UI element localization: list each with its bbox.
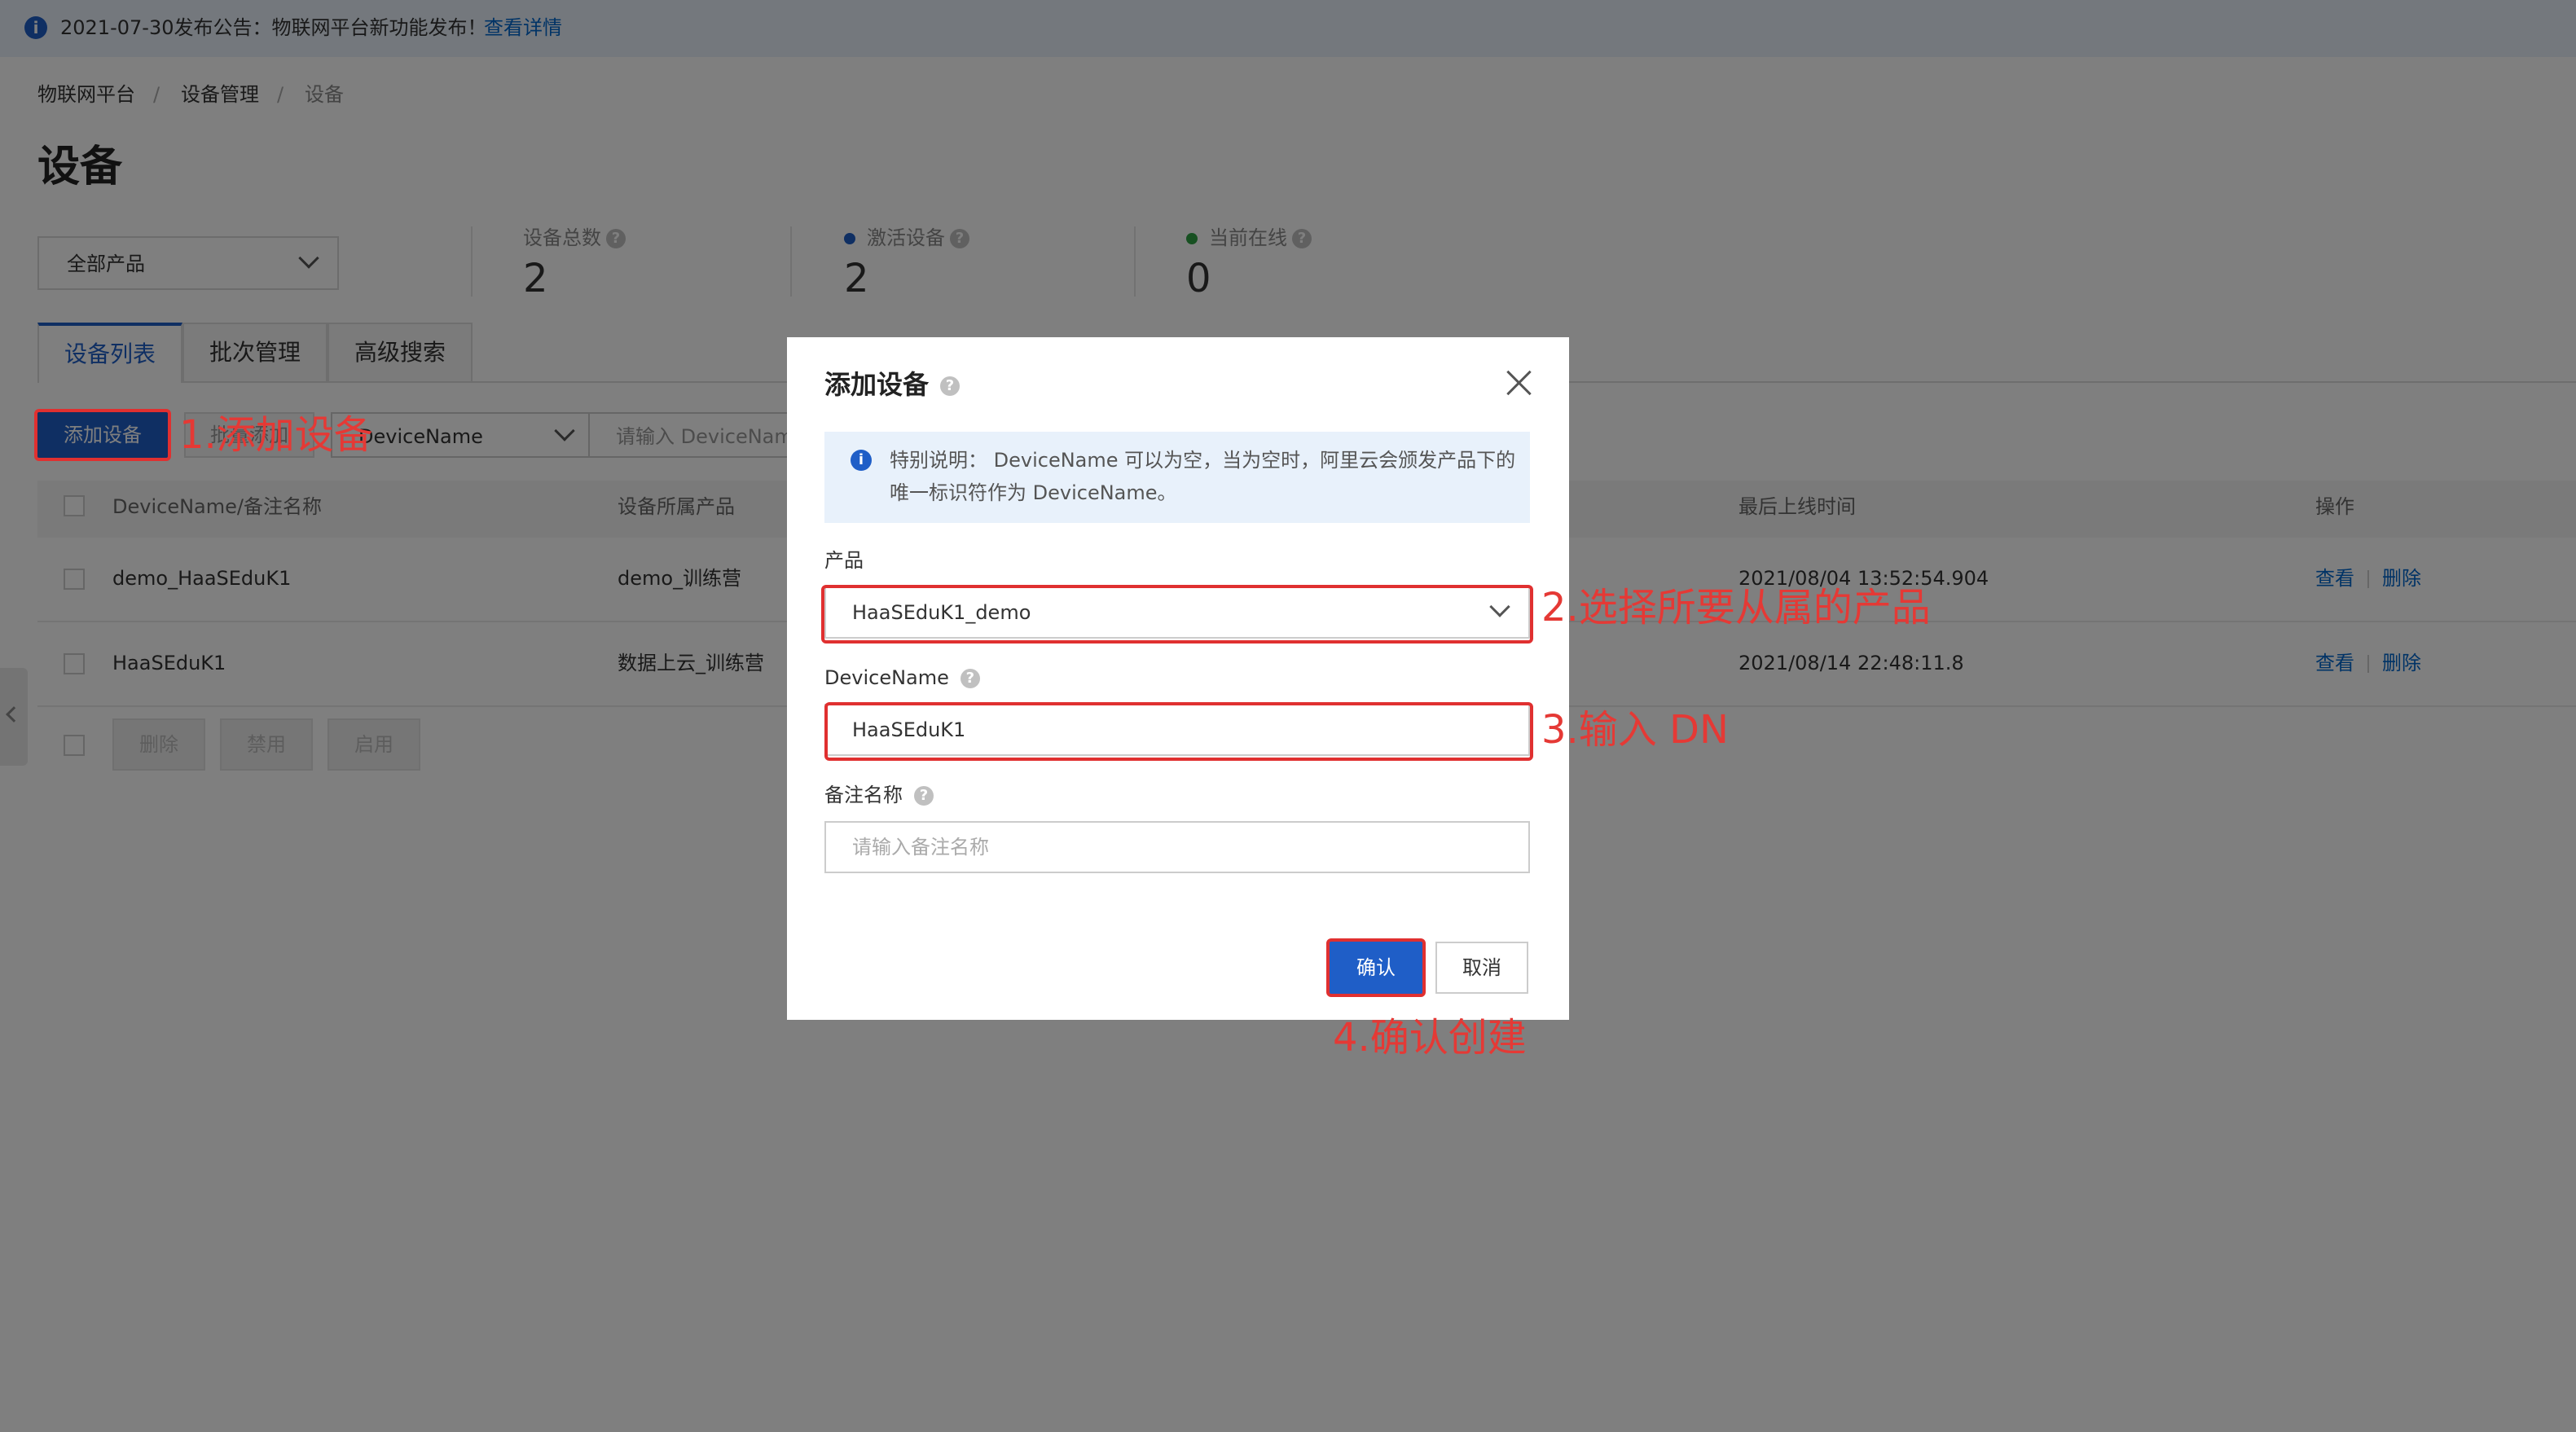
close-icon[interactable]: [1502, 367, 1535, 399]
product-field-label: 产品: [824, 549, 864, 572]
annotation-highlight-devicename: [824, 702, 1533, 761]
annotation-step-4: 4.确认创建: [1333, 1015, 1527, 1061]
notice-text-line2: 唯一标识符作为 DeviceName。: [890, 481, 1177, 504]
remark-input-placeholder: 请输入备注名称: [852, 836, 989, 859]
devicename-field-label: DeviceName?: [824, 663, 980, 692]
annotation-highlight-add-device: [34, 409, 171, 461]
annotation-step-2: 2.选择所要从属的产品: [1541, 585, 1931, 630]
add-device-dialog: 添加设备? i 特别说明： DeviceName 可以为空，当为空时，阿里云会颁…: [787, 337, 1569, 1020]
cancel-button[interactable]: 取消: [1435, 942, 1528, 994]
annotation-highlight-product: [821, 585, 1533, 644]
help-icon[interactable]: ?: [960, 669, 980, 688]
info-icon: i: [851, 450, 872, 471]
help-icon[interactable]: ?: [940, 376, 961, 396]
notice-text-line1: 特别说明： DeviceName 可以为空，当为空时，阿里云会颁发产品下的: [890, 449, 1516, 472]
annotation-highlight-confirm: [1326, 938, 1426, 997]
help-icon[interactable]: ?: [914, 786, 934, 806]
info-notice: i 特别说明： DeviceName 可以为空，当为空时，阿里云会颁发产品下的 …: [824, 432, 1530, 523]
annotation-step-3: 3.输入 DN: [1541, 707, 1729, 753]
dialog-title: 添加设备?: [824, 367, 961, 402]
annotation-step-1: 1.添加设备: [179, 412, 373, 458]
remark-input[interactable]: 请输入备注名称: [824, 821, 1530, 873]
remark-field-label: 备注名称?: [824, 780, 934, 810]
